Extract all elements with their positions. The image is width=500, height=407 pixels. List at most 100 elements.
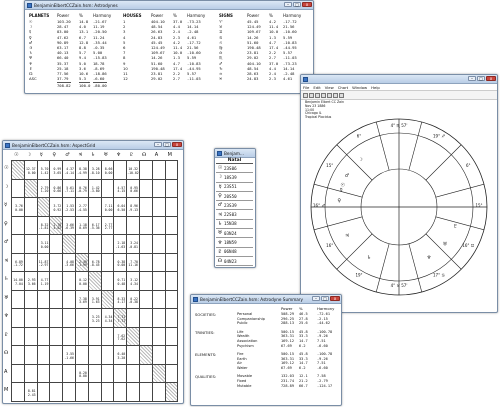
- minimize-button[interactable]: –: [468, 76, 476, 81]
- aspect-grid-titlebar[interactable]: BenjaminElbertCCZain.hsm: AspectGrid – □ x: [3, 141, 183, 150]
- grid-cell-value: 2.49 -1.99: [77, 259, 87, 268]
- grid-cell-value: 3.28 -8.10: [89, 167, 100, 175]
- close-button[interactable]: x: [302, 2, 312, 7]
- natal-titlebar[interactable]: Benjam...: [215, 149, 255, 158]
- grid-col-glyph: ♄: [90, 152, 96, 158]
- grid-cell: [100, 326, 115, 346]
- chart-titlebar[interactable]: – □ x: [301, 75, 497, 84]
- grid-cell: [75, 308, 89, 328]
- grid-cell: [11, 308, 25, 328]
- grid-cell-value: 4.57 4.15: [117, 185, 126, 194]
- grid-cell-value: 0.22 -0.38: [128, 296, 138, 305]
- house-label: 16° ♐: [313, 203, 325, 208]
- grid-row-glyph: ☊: [4, 350, 9, 356]
- grid-cell-value: 6.89 -1.72: [13, 259, 23, 268]
- grid-cell: [151, 289, 166, 309]
- zoom-in-icon[interactable]: [327, 92, 332, 98]
- minimize-button[interactable]: –: [284, 2, 292, 7]
- grid-cell: [87, 197, 102, 217]
- grid-cell: [151, 363, 166, 383]
- natal-value: 18S39: [224, 174, 237, 180]
- planet-header-0: PLANETS: [29, 13, 50, 18]
- menu-item-chart[interactable]: Chart: [338, 85, 348, 90]
- close-button[interactable]: x: [486, 76, 496, 81]
- house-cusp-line: [435, 216, 485, 231]
- grid-cell-value: 2.77 -4.55: [77, 204, 87, 212]
- maximize-button[interactable]: □: [321, 296, 329, 301]
- grid-cell-value: 8.38 -4.99: [77, 167, 87, 175]
- grid-cell-value: 0.86 0.66: [53, 185, 62, 194]
- grid-cell-value: 6.04 6.50: [117, 204, 126, 212]
- planet-glyph: ☿: [340, 187, 343, 193]
- minimize-button[interactable]: –: [154, 142, 162, 147]
- natal-row: ♆ 18N59: [216, 238, 253, 248]
- summary-titlebar[interactable]: BenjaminElbertCCZain.hsm: Astrodyne Summ…: [191, 295, 341, 304]
- grid-cell-value: 0.95 0.66: [130, 185, 138, 194]
- maximize-button[interactable]: □: [293, 2, 301, 7]
- natal-glyph: ☿: [218, 183, 222, 190]
- grid-cell: [164, 271, 179, 291]
- natal-value: 22S03: [224, 212, 237, 218]
- print-icon[interactable]: [321, 92, 326, 98]
- grid-cell: [87, 234, 102, 254]
- natal-glyph: ♅: [217, 230, 223, 237]
- grid-cell: [139, 326, 153, 346]
- menu-item-window[interactable]: Window: [352, 85, 367, 90]
- grid-cell-value: 11.87 -2.97: [38, 259, 49, 268]
- sign-cell: 2.3: [269, 76, 276, 82]
- grid-cell-value: 0.20 0.00: [79, 370, 87, 379]
- house-header-3: Harmony: [187, 13, 206, 18]
- planet-header-2: %: [79, 13, 83, 18]
- grid-cell: [151, 197, 166, 217]
- grid-cell: [100, 363, 115, 383]
- grid-cell: [11, 382, 25, 402]
- astrodynes-titlebar[interactable]: BenjaminElbertCCZain.hsm: Astrodynes – □ x: [25, 1, 313, 10]
- menu-item-help[interactable]: Help: [371, 85, 380, 90]
- menu-item-file[interactable]: File: [303, 85, 309, 90]
- help-icon[interactable]: [339, 92, 344, 98]
- planet-cell: 5.3: [79, 76, 86, 82]
- grid-cell: [11, 160, 25, 180]
- grid-cell-value: 4.37 -4.14: [64, 167, 74, 175]
- minimize-button[interactable]: –: [312, 296, 320, 301]
- open-icon[interactable]: [309, 92, 314, 98]
- close-button[interactable]: x: [330, 296, 340, 301]
- new-icon[interactable]: [303, 92, 308, 98]
- grid-cell-value: 14.00 7.04: [13, 278, 23, 286]
- grid-cell: [164, 160, 179, 180]
- summary-title: BenjaminElbertCCZain.hsm: Astrodyne Summ…: [200, 296, 304, 302]
- save-icon[interactable]: [315, 92, 320, 98]
- maximize-button[interactable]: □: [477, 76, 485, 81]
- grid-row-glyph: ♅: [4, 294, 9, 301]
- summary-cell: 500.15: [281, 329, 294, 334]
- grid-cell: [36, 197, 51, 217]
- house-label: 16°: [326, 243, 333, 248]
- grid-row-glyph: ☉: [4, 165, 9, 171]
- grid-cell: [49, 326, 64, 346]
- grid-cell: [139, 252, 153, 272]
- summary-cell: -100.78: [317, 351, 333, 356]
- summary-section-label: SOCIETIES:: [195, 312, 217, 317]
- menu-item-edit[interactable]: Edit: [313, 85, 320, 90]
- natal-row: ♀ 20S50: [216, 192, 253, 202]
- astrodynes-window: BenjaminElbertCCZain.hsm: Astrodynes – □ x…: [24, 0, 314, 94]
- zoom-out-icon[interactable]: [333, 92, 338, 98]
- grid-cell: [126, 326, 140, 346]
- planet-header-3: Harmony: [93, 13, 112, 18]
- app-icon: [5, 142, 10, 148]
- summary-cell: Fire: [237, 351, 244, 356]
- app-icon: [217, 150, 222, 156]
- grid-cell: [36, 382, 51, 402]
- menu-item-view[interactable]: View: [325, 85, 334, 90]
- house-label: 15°: [475, 203, 482, 208]
- grid-cell: [62, 271, 76, 291]
- natal-row: ♅ 03N24: [216, 229, 253, 239]
- summary-cell: 6.2: [299, 366, 306, 370]
- maximize-button[interactable]: □: [163, 142, 171, 147]
- grid-cell: [23, 289, 38, 309]
- natal-row: ♂ 23S39: [216, 201, 253, 211]
- summary-cell: 231.74: [281, 378, 294, 383]
- close-button[interactable]: x: [172, 142, 182, 147]
- grid-cell: [139, 271, 153, 291]
- natal-glyph: ☽: [217, 174, 223, 181]
